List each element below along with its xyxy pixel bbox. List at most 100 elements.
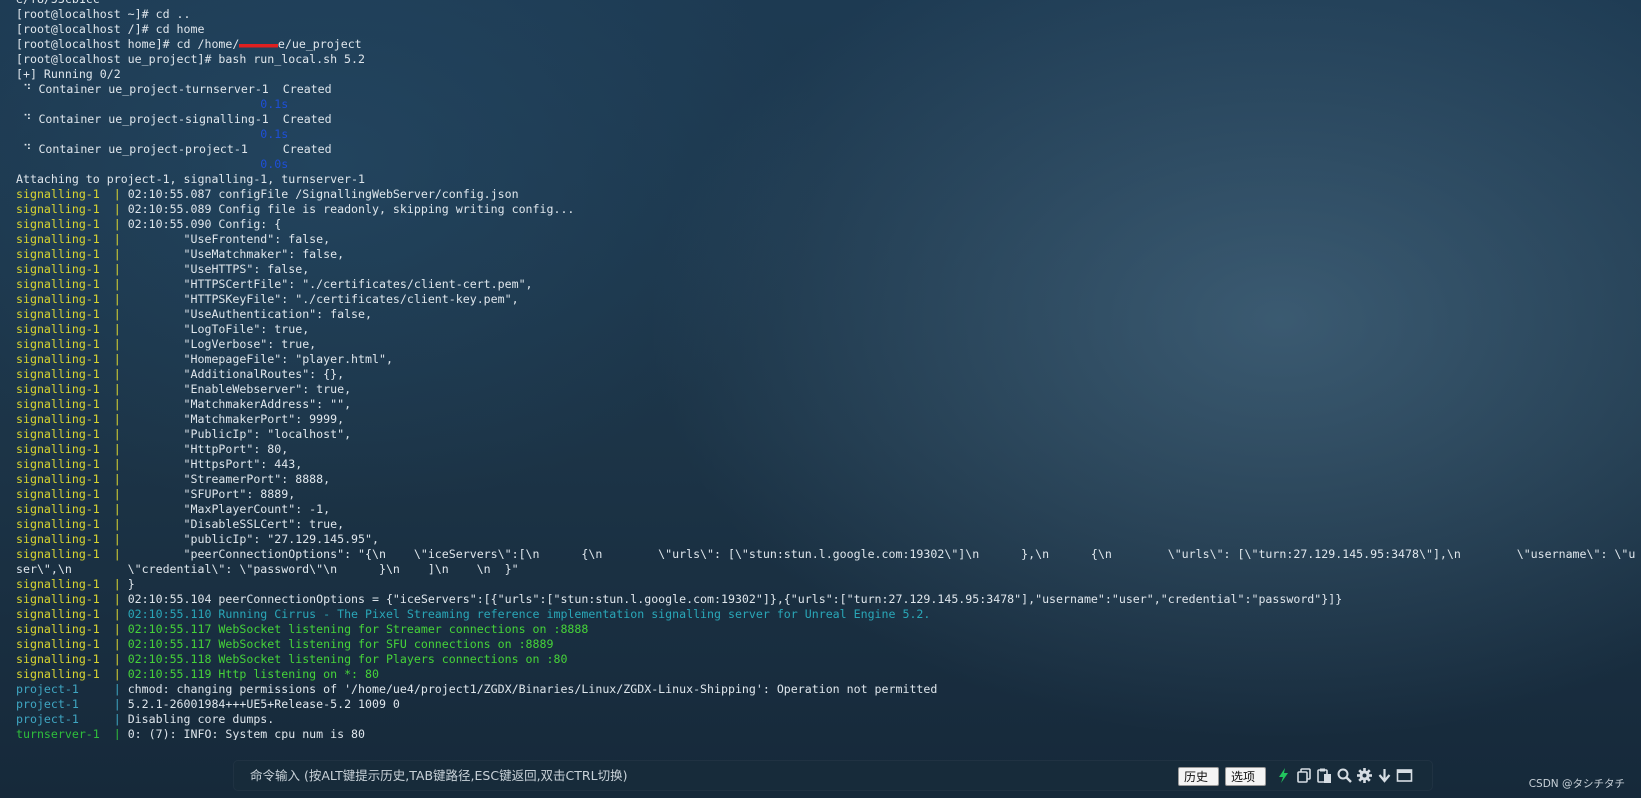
search-icon[interactable] — [1336, 767, 1353, 784]
terminal-line: signalling-1 | 02:10:55.090 Config: { — [16, 217, 1641, 232]
terminal-line: ⠙ Container ue_project-signalling-1 Crea… — [16, 112, 1641, 127]
log-prefix: signalling-1 | — [16, 622, 128, 636]
log-prefix: signalling-1 | — [16, 607, 128, 621]
command-bar[interactable]: 命令输入 (按ALT键提示历史,TAB键路径,ESC键返回,双击CTRL切换) … — [234, 761, 1432, 790]
download-icon[interactable] — [1376, 767, 1393, 784]
log-text: "AdditionalRoutes": {}, — [127, 367, 345, 381]
terminal-line: signalling-1 | } — [16, 577, 1641, 592]
terminal-line: signalling-1 | 02:10:55.110 Running Cirr… — [16, 607, 1641, 622]
log-prefix: project-1 | — [16, 682, 128, 696]
log-text: "UseFrontend": false, — [127, 232, 331, 246]
terminal-line: signalling-1 | "LogVerbose": true, — [16, 337, 1641, 352]
log-text: "HttpPort": 80, — [127, 442, 289, 456]
log-prefix: signalling-1 | — [16, 532, 128, 546]
log-text: 02:10:55.110 Running Cirrus - The Pixel … — [127, 607, 931, 621]
terminal-line: signalling-1 | "HttpPort": 80, — [16, 442, 1641, 457]
terminal-line: [root@localhost home]# cd /home/REDACTED… — [16, 37, 1641, 52]
log-text: "HTTPSCertFile": "./certificates/client-… — [127, 277, 533, 291]
terminal-line: 0.1s — [16, 127, 1641, 142]
terminal-line: ser\",\n \"credential\": \"password\"\n … — [16, 562, 1641, 577]
log-prefix: signalling-1 | — [16, 487, 128, 501]
terminal-output[interactable]: e/f8/53cb1cc[root@localhost ~]# cd ..[ro… — [0, 0, 1641, 740]
log-prefix: signalling-1 | — [16, 412, 128, 426]
log-prefix: signalling-1 | — [16, 667, 128, 681]
copy-icon[interactable] — [1296, 767, 1313, 784]
terminal-line: ⠙ Container ue_project-project-1 Created — [16, 142, 1641, 157]
watermark: CSDN @タシチタチ — [1528, 778, 1625, 790]
log-text: 0.1s — [16, 97, 289, 111]
log-prefix: signalling-1 | — [16, 322, 128, 336]
log-text: 0.0s — [16, 157, 289, 171]
log-prefix: [root@localhost home]# cd /home/ — [16, 37, 240, 51]
log-text: 02:10:55.119 Http listening on *: 80 — [127, 667, 379, 681]
log-text: ser\",\n \"credential\": \"password\"\n … — [16, 562, 519, 576]
terminal-line: turnserver-1 | 0: (7): INFO: System cpu … — [16, 727, 1641, 740]
log-text: "DisableSSLCert": true, — [127, 517, 345, 531]
log-text: ⠙ Container ue_project-project-1 Created — [16, 142, 332, 156]
log-prefix: signalling-1 | — [16, 367, 128, 381]
log-prefix: signalling-1 | — [16, 217, 128, 231]
log-text: "UseMatchmaker": false, — [127, 247, 345, 261]
log-text: ⠙ Container ue_project-turnserver-1 Crea… — [16, 82, 332, 96]
log-text: 02:10:55.104 peerConnectionOptions = {"i… — [127, 592, 1343, 606]
terminal-line: signalling-1 | "publicIp": "27.129.145.9… — [16, 532, 1641, 547]
log-text: "HTTPSKeyFile": "./certificates/client-k… — [127, 292, 519, 306]
terminal-line: project-1 | Disabling core dumps. — [16, 712, 1641, 727]
terminal-line: signalling-1 | "HttpsPort": 443, — [16, 457, 1641, 472]
log-text: 02:10:55.090 Config: { — [127, 217, 282, 231]
terminal-line: [root@localhost ue_project]# bash run_lo… — [16, 52, 1641, 67]
log-prefix: signalling-1 | — [16, 472, 128, 486]
terminal-line: signalling-1 | "MaxPlayerCount": -1, — [16, 502, 1641, 517]
log-text: [root@localhost /]# cd home — [16, 22, 205, 36]
log-prefix: signalling-1 | — [16, 292, 128, 306]
log-text: "LogToFile": true, — [127, 322, 310, 336]
history-button[interactable]: 历史 — [1178, 767, 1219, 786]
log-text: [root@localhost ~]# cd .. — [16, 7, 191, 21]
log-text: e/f8/53cb1cc — [16, 0, 100, 6]
gear-icon[interactable] — [1356, 767, 1373, 784]
log-text: Disabling core dumps. — [127, 712, 275, 726]
log-prefix: signalling-1 | — [16, 232, 128, 246]
log-prefix: signalling-1 | — [16, 517, 128, 531]
log-text: [+] Running 0/2 — [16, 67, 121, 81]
terminal-line: signalling-1 | "SFUPort": 8889, — [16, 487, 1641, 502]
options-button[interactable]: 选项 — [1225, 767, 1266, 786]
log-prefix: signalling-1 | — [16, 307, 128, 321]
paste-icon[interactable] — [1316, 767, 1333, 784]
log-prefix: signalling-1 | — [16, 247, 128, 261]
log-prefix: signalling-1 | — [16, 592, 128, 606]
log-text: 0.1s — [16, 127, 289, 141]
log-text: "HttpsPort": 443, — [127, 457, 303, 471]
redaction-mark: REDACTED — [239, 41, 278, 50]
terminal-line: signalling-1 | "UseMatchmaker": false, — [16, 247, 1641, 262]
terminal-line: signalling-1 | "UseAuthentication": fals… — [16, 307, 1641, 322]
terminal-line: signalling-1 | 02:10:55.119 Http listeni… — [16, 667, 1641, 682]
terminal-line: signalling-1 | "peerConnectionOptions": … — [16, 547, 1641, 562]
log-prefix: signalling-1 | — [16, 547, 128, 561]
terminal-line: project-1 | chmod: changing permissions … — [16, 682, 1641, 697]
command-input[interactable]: 命令输入 (按ALT键提示历史,TAB键路径,ESC键返回,双击CTRL切换) — [250, 761, 627, 790]
terminal-line: signalling-1 | "StreamerPort": 8888, — [16, 472, 1641, 487]
terminal-line: signalling-1 | 02:10:55.087 configFile /… — [16, 187, 1641, 202]
log-text: "publicIp": "27.129.145.95", — [127, 532, 379, 546]
log-text: 5.2.1-26001984+++UE5+Release-5.2 1009 0 — [127, 697, 400, 711]
window-icon[interactable] — [1396, 767, 1413, 784]
log-prefix: signalling-1 | — [16, 577, 128, 591]
log-prefix: turnserver-1 | — [16, 727, 128, 740]
terminal-line: 0.0s — [16, 157, 1641, 172]
log-prefix: project-1 | — [16, 712, 128, 726]
log-text: "MatchmakerAddress": "", — [127, 397, 352, 411]
log-text: "UseAuthentication": false, — [127, 307, 372, 321]
terminal-line: signalling-1 | "EnableWebserver": true, — [16, 382, 1641, 397]
lightning-icon[interactable] — [1275, 767, 1292, 784]
log-text: 02:10:55.117 WebSocket listening for SFU… — [127, 637, 554, 651]
log-prefix: signalling-1 | — [16, 187, 128, 201]
terminal-line: 0.1s — [16, 97, 1641, 112]
log-text: "HomepageFile": "player.html", — [127, 352, 393, 366]
terminal-line: signalling-1 | "LogToFile": true, — [16, 322, 1641, 337]
log-text: 02:10:55.117 WebSocket listening for Str… — [127, 622, 589, 636]
log-text: "SFUPort": 8889, — [127, 487, 296, 501]
terminal-line: [+] Running 0/2 — [16, 67, 1641, 82]
log-prefix: signalling-1 | — [16, 397, 128, 411]
terminal-line: signalling-1 | "HTTPSCertFile": "./certi… — [16, 277, 1641, 292]
